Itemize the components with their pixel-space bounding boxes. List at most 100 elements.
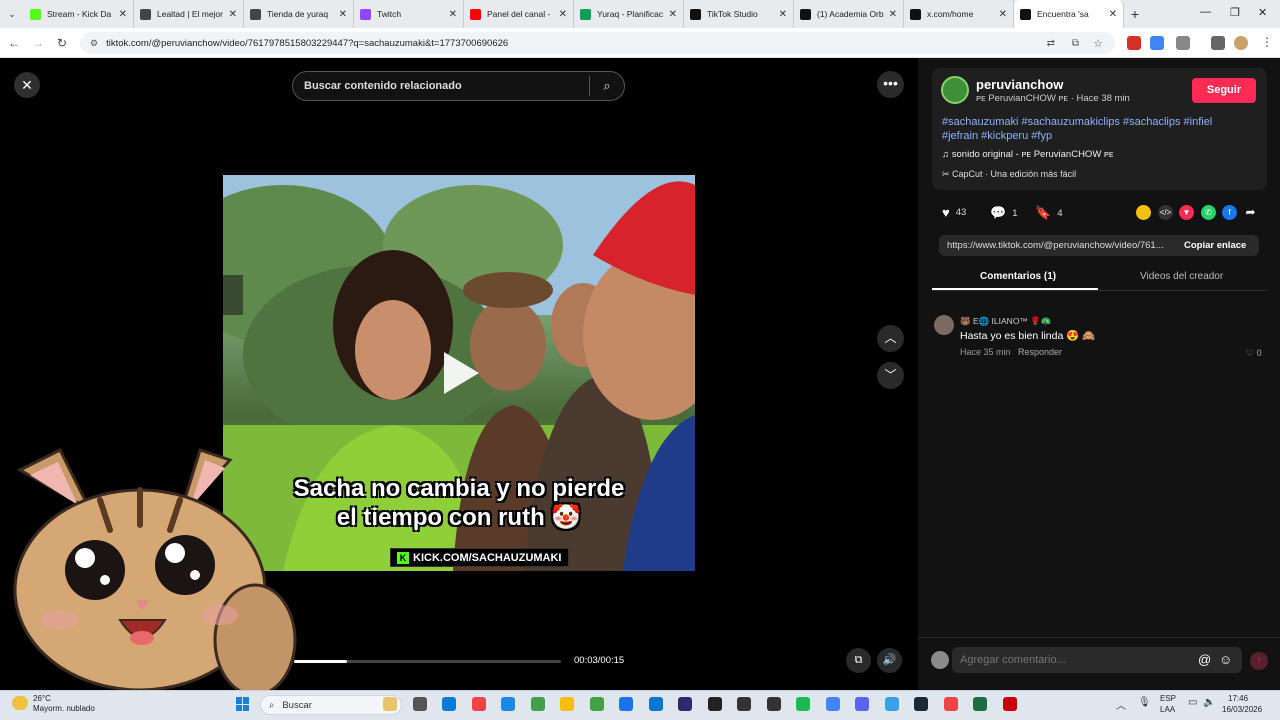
save-button[interactable]: 🔖 4 [1035, 205, 1062, 221]
extensions-puzzle-icon[interactable] [1176, 36, 1190, 50]
browser-tab[interactable]: Twitch ✕ [354, 0, 464, 28]
play-icon[interactable] [444, 352, 479, 394]
browser-tab[interactable]: Panel del canal - ✕ [464, 0, 574, 28]
reply-button[interactable]: Responder [1018, 347, 1062, 357]
taskbar-app-icon[interactable] [796, 697, 810, 711]
tab-close-icon[interactable]: ✕ [229, 9, 237, 20]
taskbar-app-icon[interactable] [855, 697, 869, 711]
weather-icon[interactable] [12, 696, 28, 710]
pip-button[interactable]: ⧉ [846, 648, 871, 673]
browser-tab[interactable]: Lealtad | El mejor ✕ [134, 0, 244, 28]
creator-username[interactable]: peruvianchow [976, 77, 1063, 92]
tab-close-icon[interactable]: ✕ [889, 9, 897, 20]
commenter-avatar[interactable] [934, 315, 954, 335]
tab-close-icon[interactable]: ✕ [669, 9, 677, 20]
tab-close-icon[interactable]: ✕ [339, 9, 347, 20]
taskbar-search[interactable]: ⌕ Buscar [260, 695, 402, 715]
send-to-friend-icon[interactable]: ▼ [1179, 205, 1194, 220]
capcut-row[interactable]: ✂ CapCut · Una edición más fácil [942, 169, 1076, 180]
tray-overflow-icon[interactable]: ︿ [1116, 697, 1126, 712]
tab-close-icon[interactable]: ✕ [779, 9, 787, 20]
send-comment-button[interactable]: ↑ [1250, 652, 1268, 670]
reload-icon[interactable]: ↻ [50, 36, 74, 50]
tab-close-icon[interactable]: ✕ [999, 9, 1007, 20]
tab-close-icon[interactable]: ✕ [559, 9, 567, 20]
forward-icon[interactable]: → [26, 36, 50, 50]
url-text[interactable]: tiktok.com/@peruvianchow/video/761797851… [106, 38, 508, 49]
taskbar-app-icon[interactable] [383, 697, 397, 711]
hashtags[interactable]: #sachauzumaki #sachauzumakiclips #sachac… [942, 115, 1242, 143]
mention-icon[interactable]: @ [1198, 652, 1211, 667]
facebook-icon[interactable]: f [1222, 205, 1237, 220]
browser-tab[interactable]: x.com/home ✕ [904, 0, 1014, 28]
emoji-icon[interactable]: ☺ [1219, 652, 1232, 667]
taskbar-app-icon[interactable] [943, 697, 958, 711]
keyboard-layout[interactable]: LAA [1160, 705, 1175, 714]
taskbar-app-icon[interactable] [560, 697, 574, 711]
taskbar-app-icon[interactable] [589, 697, 604, 711]
close-window-icon[interactable]: ✕ [1258, 6, 1267, 19]
taskbar-app-icon[interactable] [471, 697, 486, 711]
close-button[interactable]: ✕ [14, 72, 40, 98]
embed-icon[interactable]: </> [1158, 205, 1173, 220]
microphone-icon[interactable]: 🎙 [1138, 697, 1151, 708]
progress-bar[interactable] [294, 660, 561, 663]
like-button[interactable]: ♥ 43 [942, 205, 966, 220]
tab-search-icon[interactable]: ⌄ [0, 9, 24, 20]
taskbar-app-icon[interactable] [914, 697, 928, 711]
back-icon[interactable]: ← [2, 36, 26, 50]
taskbar-app-icon[interactable] [884, 697, 899, 711]
browser-tab[interactable]: Tienda de yuraq ✕ [244, 0, 354, 28]
url-field[interactable]: ⚙ tiktok.com/@peruvianchow/video/7617978… [80, 32, 1115, 54]
volume-tray-icon[interactable]: 🔈 [1203, 697, 1215, 708]
more-options-button[interactable]: ••• [877, 71, 904, 98]
browser-menu-icon[interactable]: ⋮ [1261, 35, 1273, 49]
maximize-icon[interactable]: ❐ [1230, 6, 1240, 19]
taskbar-app-icon[interactable] [707, 697, 722, 711]
start-button[interactable] [236, 697, 250, 711]
commenter-name[interactable]: 🐻 E🌐 ILIANO™ 🌹🦚 [960, 316, 1051, 327]
taskbar-app-icon[interactable] [737, 697, 751, 711]
taskbar-app-icon[interactable] [530, 697, 545, 711]
media-control-icon[interactable] [1211, 36, 1225, 50]
tab-creator-videos[interactable]: Videos del creador [1140, 271, 1223, 282]
taskbar-app-icon[interactable] [501, 697, 515, 711]
browser-tab[interactable]: TikTok Studio ✕ [684, 0, 794, 28]
install-icon[interactable]: ⧉ [1072, 38, 1079, 49]
minimize-icon[interactable]: — [1200, 6, 1211, 18]
extension-megaphone-icon[interactable] [1127, 36, 1141, 50]
previous-video-button[interactable]: ︿ [877, 325, 904, 352]
creator-avatar[interactable] [941, 76, 969, 104]
browser-tab[interactable]: Stream - Kick Da ✕ [24, 0, 134, 28]
translate-icon[interactable]: ⇄ [1047, 38, 1055, 49]
video-link[interactable]: https://www.tiktok.com/@peruvianchow/vid… [947, 240, 1173, 251]
tab-comments[interactable]: Comentarios (1) [980, 271, 1056, 282]
taskbar-app-icon[interactable] [412, 697, 427, 711]
share-coin-icon[interactable] [1136, 205, 1151, 220]
taskbar-app-icon[interactable] [825, 697, 840, 711]
language-code[interactable]: ESP [1160, 694, 1176, 703]
browser-tab[interactable]: Yuraq - Planificac ✕ [574, 0, 684, 28]
volume-button[interactable]: 🔊 [877, 648, 902, 673]
sound-label[interactable]: sonido original - ᴘᴇ PeruvianCHOW ᴘᴇ [952, 149, 1114, 160]
follow-button[interactable]: Seguir [1192, 78, 1256, 103]
taskbar-app-icon[interactable] [648, 697, 663, 711]
network-icon[interactable]: ▭ [1188, 697, 1197, 708]
capcut-label[interactable]: CapCut · Una edición más fácil [952, 169, 1076, 179]
profile-avatar[interactable] [1234, 36, 1248, 50]
comment-button[interactable]: 💬 1 [990, 205, 1017, 221]
taskbar-app-icon[interactable] [973, 697, 987, 711]
clock-time[interactable]: 17:46 [1228, 694, 1248, 703]
browser-tab[interactable]: Encuentra 'sa ✕ [1014, 0, 1124, 28]
weather-desc[interactable]: Mayorm. nublado [33, 704, 95, 713]
clock-date[interactable]: 16/03/2026 [1222, 705, 1262, 714]
next-video-button[interactable]: ﹀ [877, 362, 904, 389]
taskbar-app-icon[interactable] [678, 697, 692, 711]
tab-close-icon[interactable]: ✕ [1109, 9, 1117, 20]
extension-translate-icon[interactable] [1150, 36, 1164, 50]
new-tab-button[interactable]: + [1124, 6, 1146, 22]
tab-close-icon[interactable]: ✕ [449, 9, 457, 20]
copy-link-button[interactable]: Copiar enlace [1184, 240, 1246, 251]
search-icon[interactable]: ⌕ [590, 78, 624, 94]
sound-row[interactable]: ♫ sonido original - ᴘᴇ PeruvianCHOW ᴘᴇ [942, 149, 1114, 160]
